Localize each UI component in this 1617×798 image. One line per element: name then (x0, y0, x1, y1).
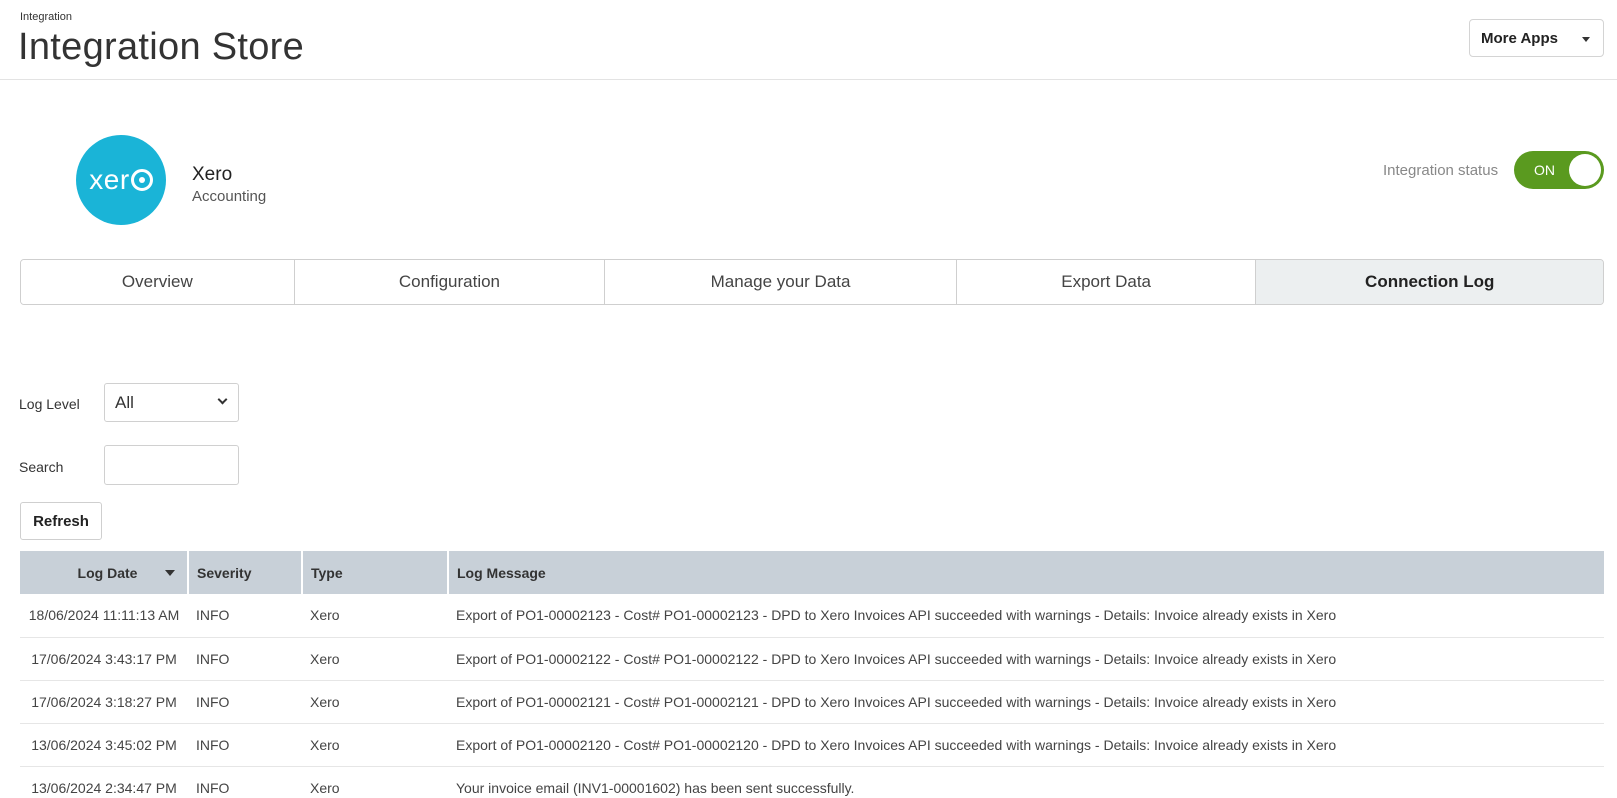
app-category: Accounting (192, 188, 267, 205)
tab-overview[interactable]: Overview (21, 260, 295, 304)
column-header-type[interactable]: Type (302, 551, 449, 594)
xero-logo-text: xer (89, 164, 130, 195)
tab-bar: Overview Configuration Manage your Data … (20, 259, 1604, 305)
log-level-label: Log Level (19, 396, 80, 412)
more-apps-label: More Apps (1481, 29, 1558, 47)
log-date-cell: 17/06/2024 3:18:27 PM (20, 680, 188, 724)
more-apps-button[interactable]: More Apps (1469, 19, 1604, 57)
page-header: Integration Integration Store More Apps (0, 0, 1617, 80)
log-message-cell: Your invoice email (INV1-00001602) has b… (448, 766, 1604, 798)
column-header-log-message[interactable]: Log Message (448, 551, 1604, 594)
tab-connection-log[interactable]: Connection Log (1256, 260, 1603, 304)
log-date-cell: 13/06/2024 3:45:02 PM (20, 723, 188, 767)
log-message-cell: Export of PO1-00002123 - Cost# PO1-00002… (448, 594, 1604, 638)
column-header-severity[interactable]: Severity (188, 551, 303, 594)
severity-cell: INFO (188, 766, 302, 798)
log-date-cell: 13/06/2024 2:34:47 PM (20, 766, 188, 798)
toggle-state-text: ON (1534, 162, 1555, 178)
integration-status-toggle[interactable]: ON (1514, 151, 1604, 189)
column-header-log-date[interactable]: Log Date (20, 551, 189, 594)
type-cell: Xero (302, 637, 448, 681)
connection-log-table: Log Date Severity Type Log Message 18/06… (20, 551, 1604, 798)
tab-manage-your-data[interactable]: Manage your Data (605, 260, 957, 304)
tab-configuration[interactable]: Configuration (294, 260, 606, 304)
table-row: 13/06/2024 3:45:02 PM INFO Xero Export o… (20, 723, 1604, 767)
log-level-value: All (115, 392, 134, 412)
log-date-cell: 18/06/2024 11:11:13 AM (20, 594, 188, 638)
log-message-cell: Export of PO1-00002122 - Cost# PO1-00002… (448, 637, 1604, 681)
chevron-down-icon (217, 394, 228, 405)
log-date-cell: 17/06/2024 3:43:17 PM (20, 637, 188, 681)
search-label: Search (19, 459, 64, 475)
table-row: 17/06/2024 3:18:27 PM INFO Xero Export o… (20, 680, 1604, 724)
log-message-cell: Export of PO1-00002120 - Cost# PO1-00002… (448, 723, 1604, 767)
severity-cell: INFO (188, 594, 302, 638)
log-message-cell: Export of PO1-00002121 - Cost# PO1-00002… (448, 680, 1604, 724)
tab-export-data[interactable]: Export Data (956, 260, 1257, 304)
integration-status-label: Integration status (1383, 162, 1499, 179)
type-cell: Xero (302, 680, 448, 724)
table-row: 13/06/2024 2:34:47 PM INFO Xero Your inv… (20, 766, 1604, 798)
refresh-button[interactable]: Refresh (20, 502, 102, 540)
breadcrumb[interactable]: Integration (20, 11, 72, 23)
type-cell: Xero (302, 594, 448, 638)
toggle-knob (1569, 154, 1601, 186)
sort-desc-icon (165, 570, 175, 576)
log-level-select[interactable]: All (104, 383, 239, 422)
type-cell: Xero (302, 723, 448, 767)
table-row: 17/06/2024 3:43:17 PM INFO Xero Export o… (20, 637, 1604, 681)
type-cell: Xero (302, 766, 448, 798)
severity-cell: INFO (188, 680, 302, 724)
caret-down-icon (1582, 37, 1590, 42)
search-input[interactable] (104, 445, 239, 485)
xero-logo: xer (76, 135, 166, 225)
severity-cell: INFO (188, 637, 302, 681)
page-title: Integration Store (18, 26, 305, 68)
severity-cell: INFO (188, 723, 302, 767)
table-header-row: Log Date Severity Type Log Message (20, 551, 1604, 594)
table-row: 18/06/2024 11:11:13 AM INFO Xero Export … (20, 594, 1604, 638)
app-name: Xero (192, 164, 233, 185)
